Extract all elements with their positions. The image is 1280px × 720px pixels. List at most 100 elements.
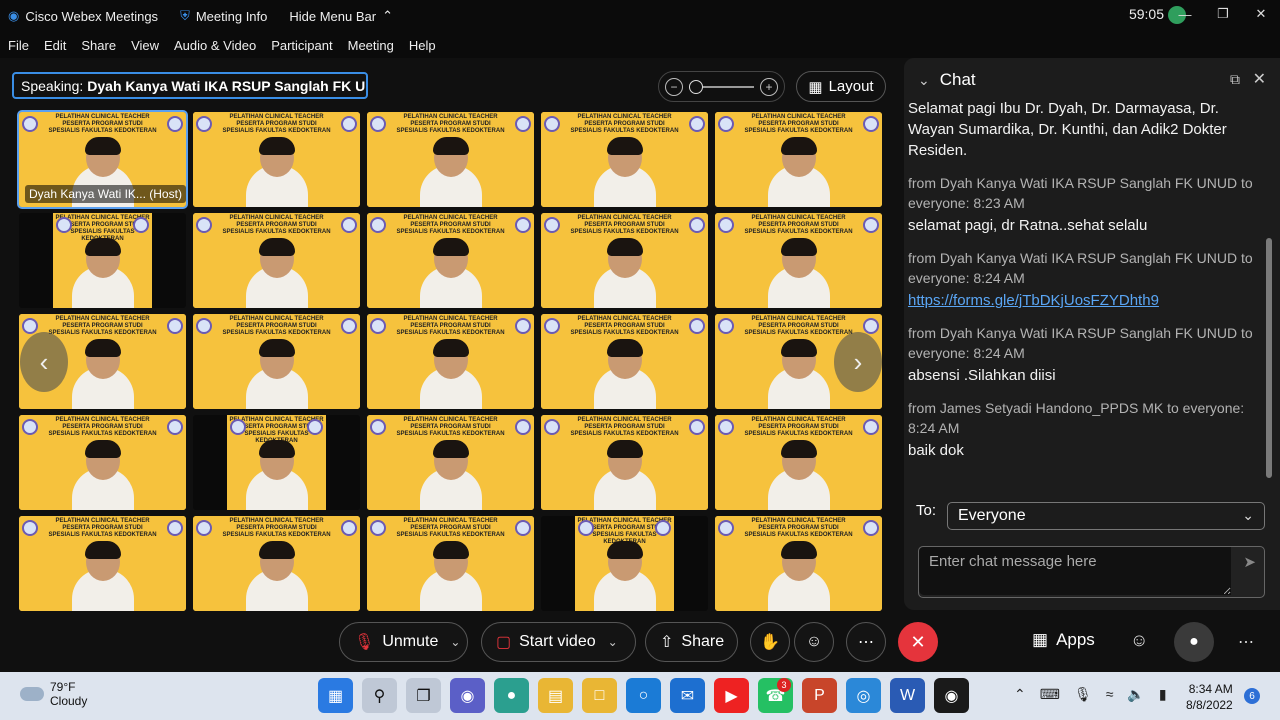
word-icon[interactable]: W	[890, 678, 925, 713]
powerpoint-icon[interactable]: P	[802, 678, 837, 713]
send-icon[interactable]: ➤	[1243, 553, 1256, 571]
participant-video-tile[interactable]: PELATIHAN CLINICAL TEACHER PESERTA PROGRA…	[541, 314, 708, 409]
more-right-icon[interactable]: ⋯	[1238, 632, 1254, 652]
reactions-button[interactable]: ☺	[794, 622, 834, 662]
zoom-in-icon[interactable]: +	[760, 77, 778, 96]
volume-icon[interactable]: 🔈	[1127, 686, 1144, 703]
restore-icon[interactable]: ❐	[1204, 0, 1242, 28]
task-view-icon[interactable]: ❐	[406, 678, 441, 713]
menu-file[interactable]: File	[8, 38, 29, 53]
participant-video-tile[interactable]: PELATIHAN CLINICAL TEACHER PESERTA PROGRA…	[541, 516, 708, 611]
file-explorer-icon[interactable]: ▤	[538, 678, 573, 713]
menu-view[interactable]: View	[131, 38, 159, 53]
menu-audio-video[interactable]: Audio & Video	[174, 38, 256, 53]
show-hidden-icons-chevron-icon[interactable]: ⌃	[1014, 686, 1026, 703]
video-feed: PELATIHAN CLINICAL TEACHER PESERTA PROGRA…	[367, 314, 534, 409]
participants-icon[interactable]: ☺	[1130, 630, 1148, 651]
participant-video-tile[interactable]: PELATIHAN CLINICAL TEACHER PESERTA PROGRA…	[193, 415, 360, 510]
teams-chat-icon[interactable]: ◉	[450, 678, 485, 713]
notification-badge[interactable]: 6	[1244, 688, 1260, 704]
notes-app-icon[interactable]: □	[582, 678, 617, 713]
menu-participant[interactable]: Participant	[271, 38, 332, 53]
edge-icon[interactable]: ●	[494, 678, 529, 713]
participant-video-tile[interactable]: PELATIHAN CLINICAL TEACHER PESERTA PROGRA…	[367, 415, 534, 510]
whatsapp-icon[interactable]: ☎ 3	[758, 678, 793, 713]
menu-meeting[interactable]: Meeting	[348, 38, 394, 53]
participant-video-tile[interactable]: PELATIHAN CLINICAL TEACHER PESERTA PROGRA…	[193, 516, 360, 611]
collapse-chevron-icon[interactable]: ⌄	[918, 72, 930, 89]
chat-toggle-button[interactable]: ●	[1174, 622, 1214, 662]
start-video-button[interactable]: ▢ Start video ⌄	[481, 622, 636, 662]
webex-taskbar-icon[interactable]: ◉	[934, 678, 969, 713]
participant-video-tile[interactable]: PELATIHAN CLINICAL TEACHER PESERTA PROGRA…	[715, 213, 882, 308]
pop-out-icon[interactable]: ⧉	[1230, 71, 1240, 88]
participant-video-tile[interactable]: PELATIHAN CLINICAL TEACHER PESERTA PROGRA…	[193, 314, 360, 409]
next-page-icon[interactable]: ›	[834, 332, 882, 392]
recipient-select[interactable]: Everyone ⌄	[947, 502, 1265, 530]
hide-menu-bar-button[interactable]: Hide Menu Bar ⌃	[289, 8, 393, 24]
banner-text: PELATIHAN CLINICAL TEACHER	[577, 215, 672, 221]
close-window-icon[interactable]: ✕	[1242, 0, 1280, 28]
participant-video-tile[interactable]: PELATIHAN CLINICAL TEACHER PESERTA PROGRA…	[193, 213, 360, 308]
participant-video-tile[interactable]: PELATIHAN CLINICAL TEACHER PESERTA PROGRA…	[367, 112, 534, 207]
minimize-icon[interactable]: —	[1166, 0, 1204, 28]
background-banner: PELATIHAN CLINICAL TEACHER PESERTA PROGRA…	[715, 417, 882, 438]
zoom-slider-knob[interactable]	[689, 79, 703, 94]
zoom-slider[interactable]	[689, 79, 754, 94]
chevron-down-icon: ⌄	[1242, 507, 1254, 523]
university-logo-icon	[544, 419, 560, 435]
microphone-muted-icon[interactable]: 🎙	[1074, 686, 1092, 703]
battery-icon[interactable]: ▮	[1159, 686, 1167, 703]
zoom-out-icon[interactable]: −	[665, 77, 683, 96]
apps-button[interactable]: ▦ Apps	[1032, 630, 1095, 650]
message-link[interactable]: https://forms.gle/jTbDKjUosFZYDhth9	[908, 290, 1260, 311]
participant-video-tile[interactable]: PELATIHAN CLINICAL TEACHER PESERTA PROGRA…	[19, 213, 186, 308]
meeting-info-button[interactable]: ⛨ Meeting Info	[180, 8, 267, 24]
leave-meeting-button[interactable]: ✕	[898, 622, 938, 662]
weather-widget[interactable]: 79°F Cloudy	[20, 680, 87, 708]
participant-video-tile[interactable]: PELATIHAN CLINICAL TEACHER PESERTA PROGRA…	[367, 516, 534, 611]
globe-app-icon[interactable]: ◎	[846, 678, 881, 713]
participant-video-tile[interactable]: PELATIHAN CLINICAL TEACHER PESERTA PROGRA…	[541, 112, 708, 207]
participant-video-tile[interactable]: PELATIHAN CLINICAL TEACHER PESERTA PROGRA…	[367, 314, 534, 409]
participant-video-tile[interactable]: PELATIHAN CLINICAL TEACHER PESERTA PROGRA…	[19, 415, 186, 510]
raise-hand-button[interactable]: ✋	[750, 622, 790, 662]
taskbar-clock[interactable]: 8:34 AM 8/8/2022	[1186, 681, 1233, 713]
unmute-button[interactable]: 🎙 Unmute ⌄	[339, 622, 468, 662]
banner-text: PELATIHAN CLINICAL TEACHER	[55, 114, 150, 120]
participant-video-tile[interactable]: PELATIHAN CLINICAL TEACHER PESERTA PROGRA…	[19, 516, 186, 611]
windows-start-icon[interactable]: ▦	[318, 678, 353, 713]
to-label: To:	[916, 502, 937, 519]
edge-browser-icon[interactable]: ○	[626, 678, 661, 713]
participant-video-tile[interactable]: PELATIHAN CLINICAL TEACHER PESERTA PROGRA…	[541, 415, 708, 510]
menu-help[interactable]: Help	[409, 38, 436, 53]
participant-video-tile[interactable]: PELATIHAN CLINICAL TEACHER PESERTA PROGRA…	[17, 110, 188, 209]
chevron-down-icon[interactable]: ⌄	[608, 635, 618, 649]
chat-input-box: ➤	[918, 546, 1265, 598]
background-banner: PELATIHAN CLINICAL TEACHER PESERTA PROGRA…	[367, 114, 534, 135]
search-icon[interactable]: ⚲	[362, 678, 397, 713]
share-button[interactable]: ⇧ Share	[645, 622, 738, 662]
banner-text: SPESIALIS FAKULTAS KEDOKTERAN	[744, 128, 853, 134]
wifi-icon[interactable]: ≈	[1106, 686, 1114, 703]
participant-video-tile[interactable]: PELATIHAN CLINICAL TEACHER PESERTA PROGRA…	[193, 112, 360, 207]
menu-edit[interactable]: Edit	[44, 38, 66, 53]
previous-page-icon[interactable]: ‹	[20, 332, 68, 392]
more-options-button[interactable]: ⋯	[846, 622, 886, 662]
chevron-down-icon[interactable]: ⌄	[450, 635, 460, 649]
close-chat-icon[interactable]: ✕	[1253, 69, 1266, 89]
banner-text: PESERTA PROGRAM STUDI	[236, 323, 317, 329]
message-meta: from Dyah Kanya Wati IKA RSUP Sanglah FK…	[908, 175, 1253, 211]
participant-video-tile[interactable]: PELATIHAN CLINICAL TEACHER PESERTA PROGRA…	[715, 516, 882, 611]
participant-video-tile[interactable]: PELATIHAN CLINICAL TEACHER PESERTA PROGRA…	[715, 415, 882, 510]
layout-button[interactable]: ▦ Layout	[796, 71, 886, 102]
participant-video-tile[interactable]: PELATIHAN CLINICAL TEACHER PESERTA PROGRA…	[541, 213, 708, 308]
mail-icon[interactable]: ✉	[670, 678, 705, 713]
menu-share[interactable]: Share	[81, 38, 116, 53]
keyboard-icon[interactable]: ⌨	[1040, 686, 1060, 703]
youtube-icon[interactable]: ▶	[714, 678, 749, 713]
participant-video-tile[interactable]: PELATIHAN CLINICAL TEACHER PESERTA PROGRA…	[367, 213, 534, 308]
chat-message-input[interactable]	[919, 547, 1231, 595]
participant-video-tile[interactable]: PELATIHAN CLINICAL TEACHER PESERTA PROGRA…	[715, 112, 882, 207]
chat-scrollbar[interactable]	[1266, 238, 1272, 478]
